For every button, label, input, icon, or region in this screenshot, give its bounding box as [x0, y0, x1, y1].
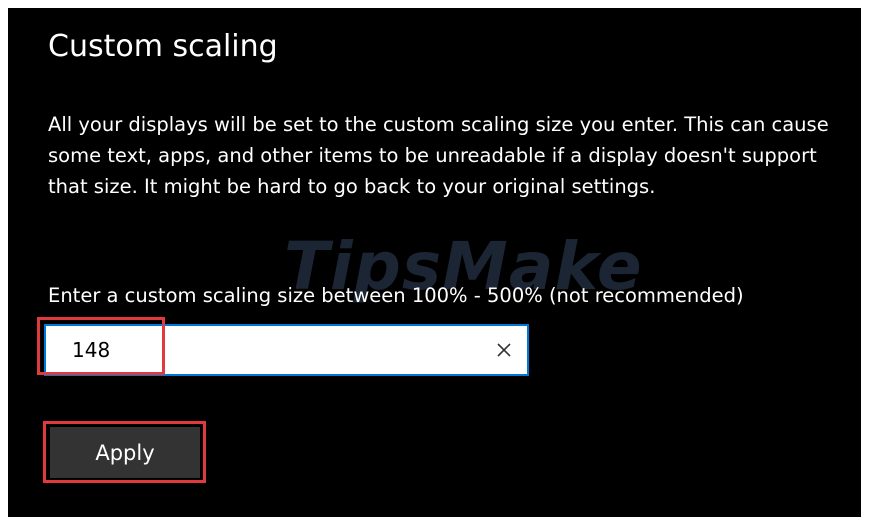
custom-scaling-panel: Custom scaling All your displays will be…: [8, 8, 861, 517]
input-highlight-box: [37, 317, 165, 375]
close-icon[interactable]: [495, 341, 513, 359]
description-text: All your displays will be set to the cus…: [48, 113, 829, 198]
apply-highlight-box: [43, 421, 206, 483]
scaling-hint-label: Enter a custom scaling size between 100%…: [48, 284, 744, 307]
page-title: Custom scaling: [48, 29, 278, 64]
